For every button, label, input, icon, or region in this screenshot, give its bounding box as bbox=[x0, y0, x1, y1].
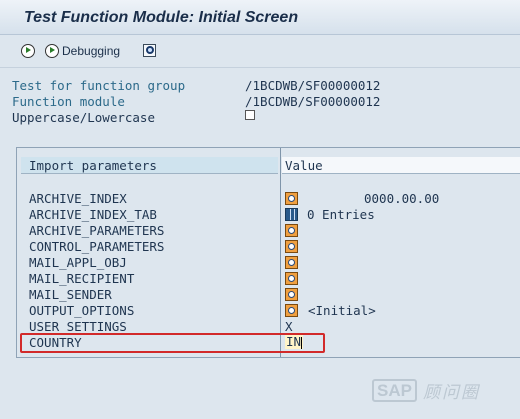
param-value-control-parameters[interactable] bbox=[285, 239, 298, 253]
clock-execute-icon bbox=[21, 44, 35, 58]
param-value-archive-parameters[interactable] bbox=[285, 223, 298, 237]
import-parameters-table: Import parameters Value ARCHIVE_INDEX 00… bbox=[16, 147, 520, 358]
import-parameters-header: Import parameters bbox=[21, 157, 278, 174]
param-value-country[interactable]: IN bbox=[285, 334, 304, 349]
uppercase-row: Uppercase/Lowercase bbox=[12, 110, 155, 126]
param-name-mail-appl-obj: MAIL_APPL_OBJ bbox=[29, 255, 127, 270]
user-settings-value[interactable]: X bbox=[285, 319, 293, 334]
execute-button[interactable] bbox=[21, 42, 35, 60]
structure-icon[interactable] bbox=[285, 271, 298, 285]
structure-icon[interactable] bbox=[285, 287, 298, 301]
archive-index-tab-value: 0 Entries bbox=[307, 206, 375, 222]
value-header: Value bbox=[282, 157, 520, 174]
country-value: IN bbox=[286, 334, 302, 349]
clock-execute-icon bbox=[45, 44, 59, 58]
param-value-mail-recipient[interactable] bbox=[285, 271, 298, 285]
archive-index-value[interactable]: 0000.00.00 bbox=[364, 191, 439, 206]
window-title: Test Function Module: Initial Screen bbox=[24, 9, 299, 26]
structure-icon[interactable] bbox=[285, 303, 298, 317]
param-value-archive-index[interactable]: 0000.00.00 bbox=[285, 191, 439, 206]
param-value-user-settings[interactable]: X bbox=[285, 319, 293, 334]
param-name-control-parameters: CONTROL_PARAMETERS bbox=[29, 239, 165, 254]
table-icon[interactable] bbox=[285, 207, 298, 221]
param-name-user-settings: USER_SETTINGS bbox=[29, 319, 127, 334]
param-name-archive-parameters: ARCHIVE_PARAMETERS bbox=[29, 223, 165, 238]
param-value-output-options[interactable]: <Initial> bbox=[285, 302, 376, 318]
param-name-archive-index: ARCHIVE_INDEX bbox=[29, 191, 127, 206]
function-group-value: /1BCDWB/SF00000012 bbox=[245, 78, 381, 93]
structure-icon[interactable] bbox=[285, 191, 298, 205]
uppercase-label: Uppercase/Lowercase bbox=[12, 110, 155, 125]
function-group-row: Test for function group bbox=[12, 78, 185, 94]
param-name-mail-recipient: MAIL_RECIPIENT bbox=[29, 271, 135, 286]
watermark-suffix: 顾问圈 bbox=[422, 383, 480, 403]
uppercase-checkbox[interactable] bbox=[245, 110, 255, 120]
watermark: SAP 顾问圈 bbox=[372, 378, 480, 403]
function-module-row: Function module bbox=[12, 94, 125, 110]
param-name-country: COUNTRY bbox=[29, 335, 82, 350]
application-toolbar: Debugging bbox=[0, 35, 520, 68]
structure-icon[interactable] bbox=[285, 239, 298, 253]
param-value-mail-sender[interactable] bbox=[285, 287, 298, 301]
column-divider bbox=[280, 148, 281, 357]
country-input[interactable]: IN bbox=[285, 334, 304, 349]
debugging-label: Debugging bbox=[62, 44, 121, 58]
structure-icon[interactable] bbox=[285, 223, 298, 237]
function-module-label: Function module bbox=[12, 94, 125, 109]
function-module-value: /1BCDWB/SF00000012 bbox=[245, 94, 381, 109]
param-value-archive-index-tab[interactable]: 0 Entries bbox=[285, 206, 375, 222]
param-name-output-options: OUTPUT_OPTIONS bbox=[29, 303, 135, 318]
search-document-icon bbox=[142, 43, 158, 59]
param-value-mail-appl-obj[interactable] bbox=[285, 255, 298, 269]
text-cursor bbox=[301, 336, 303, 349]
param-name-mail-sender: MAIL_SENDER bbox=[29, 287, 112, 302]
debugging-button[interactable]: Debugging bbox=[45, 42, 120, 60]
structure-icon[interactable] bbox=[285, 255, 298, 269]
title-bar: Test Function Module: Initial Screen bbox=[0, 0, 520, 35]
output-options-value: <Initial> bbox=[308, 302, 376, 318]
function-group-label: Test for function group bbox=[12, 78, 186, 93]
find-button[interactable] bbox=[142, 42, 158, 60]
watermark-brand: SAP bbox=[372, 379, 417, 402]
param-name-archive-index-tab: ARCHIVE_INDEX_TAB bbox=[29, 207, 157, 222]
